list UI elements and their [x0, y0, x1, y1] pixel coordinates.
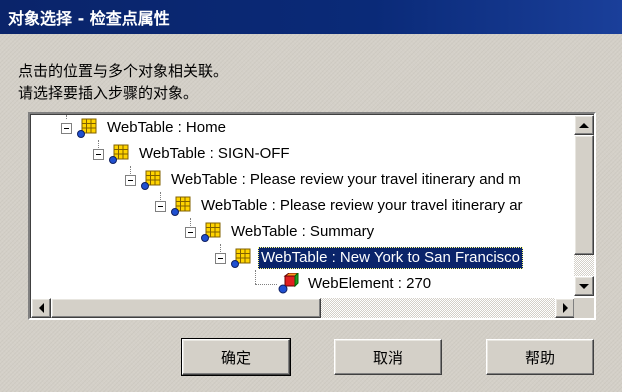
arrow-left-icon	[38, 303, 44, 313]
arrow-up-icon	[579, 122, 589, 128]
help-button[interactable]: 帮助	[486, 339, 594, 375]
tree-node-label: WebTable : Home	[107, 119, 226, 136]
horizontal-scroll-thumb[interactable]	[51, 298, 321, 318]
scroll-up-button[interactable]	[574, 115, 594, 135]
webtable-icon	[201, 222, 221, 242]
tree-connector	[255, 270, 256, 284]
scrollbar-corner	[574, 298, 594, 318]
collapse-icon[interactable]	[185, 226, 196, 238]
collapse-icon[interactable]	[93, 148, 104, 160]
tree-node-webtable-summary[interactable]: WebTable : Summary	[185, 219, 377, 245]
vertical-scrollbar[interactable]	[574, 115, 594, 296]
collapse-icon[interactable]	[215, 252, 226, 264]
tree-connector	[255, 284, 277, 285]
object-tree-container: WebTable : Home WebTable : SIGN-OFF WebT…	[30, 114, 594, 318]
instruction-line-2: 请选择要插入步骤的对象。	[18, 84, 199, 102]
tree-node-label: WebTable : Please review your travel iti…	[201, 197, 523, 214]
webtable-icon	[231, 248, 251, 268]
tree-node-label: WebElement : 270	[308, 275, 432, 292]
webtable-icon	[141, 170, 161, 190]
collapse-icon[interactable]	[155, 200, 166, 212]
tree-node-label: WebTable : Please review your travel iti…	[171, 171, 521, 188]
webelement-icon	[278, 273, 299, 294]
scroll-right-button[interactable]	[555, 298, 575, 318]
tree-node-label: WebTable : Summary	[231, 223, 375, 240]
vertical-scroll-thumb[interactable]	[574, 135, 594, 255]
object-tree[interactable]: WebTable : Home WebTable : SIGN-OFF WebT…	[31, 115, 575, 296]
instruction-message: 点击的位置与多个对象相关联。 请选择要插入步骤的对象。	[18, 60, 578, 104]
tree-node-webtable-review-2[interactable]: WebTable : Please review your travel iti…	[155, 193, 526, 219]
collapse-icon[interactable]	[125, 174, 136, 186]
webtable-icon	[109, 144, 129, 164]
object-selection-dialog: 对象选择 - 检查点属性 点击的位置与多个对象相关联。 请选择要插入步骤的对象。	[0, 0, 622, 392]
horizontal-scrollbar[interactable]	[31, 298, 575, 318]
tree-node-webtable-sign-off[interactable]: WebTable : SIGN-OFF	[93, 141, 293, 167]
ok-button[interactable]: 确定	[181, 338, 291, 376]
webtable-icon	[77, 118, 97, 138]
tree-node-webtable-new-york[interactable]: WebTable : New York to San Francisco	[215, 245, 524, 271]
arrow-right-icon	[562, 303, 568, 313]
tree-node-webtable-review-1[interactable]: WebTable : Please review your travel iti…	[125, 167, 524, 193]
tree-node-webtable-home[interactable]: WebTable : Home	[61, 115, 229, 141]
instruction-line-1: 点击的位置与多个对象相关联。	[18, 62, 229, 80]
dialog-titlebar[interactable]: 对象选择 - 检查点属性	[0, 0, 622, 34]
arrow-down-icon	[579, 283, 589, 289]
dialog-title: 对象选择 - 检查点属性	[8, 9, 170, 28]
webtable-icon	[171, 196, 191, 216]
cancel-button[interactable]: 取消	[334, 339, 442, 375]
object-tree-frame: WebTable : Home WebTable : SIGN-OFF WebT…	[28, 112, 596, 320]
scroll-down-button[interactable]	[574, 276, 594, 296]
scroll-left-button[interactable]	[31, 298, 51, 318]
collapse-icon[interactable]	[61, 122, 72, 134]
tree-node-webelement-270[interactable]: WebElement : 270	[277, 271, 434, 296]
tree-node-label: WebTable : SIGN-OFF	[139, 145, 290, 162]
tree-node-label-selected: WebTable : New York to San Francisco	[258, 247, 524, 269]
